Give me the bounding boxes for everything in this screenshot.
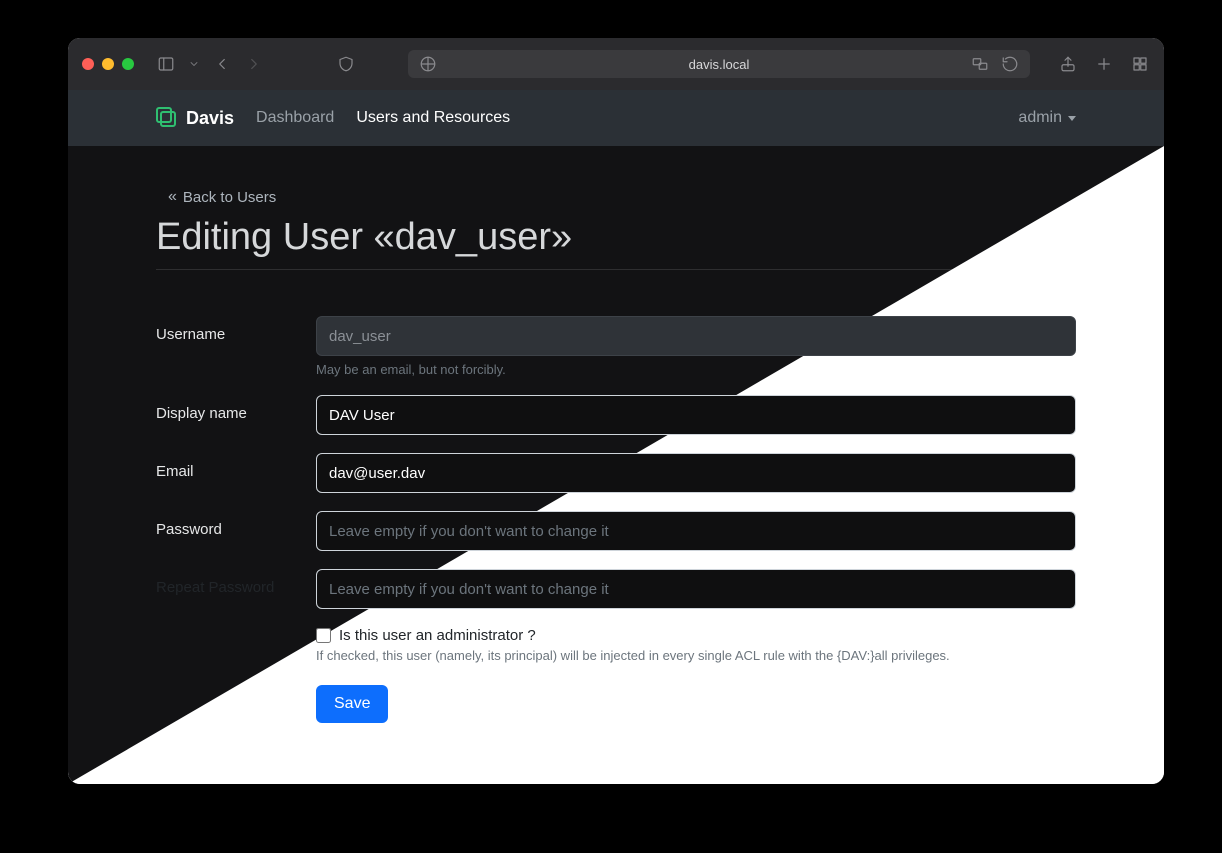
back-to-users-link[interactable]: « Back to Users — [168, 188, 1076, 206]
share-icon[interactable] — [1058, 54, 1078, 74]
nav-forward-icon — [244, 54, 264, 74]
username-input — [316, 316, 1076, 356]
reload-icon[interactable] — [1000, 54, 1020, 74]
window-minimize-icon[interactable] — [102, 58, 114, 70]
browser-titlebar: davis.local — [68, 38, 1164, 90]
row-repeat-password: Repeat Password — [156, 569, 1076, 609]
translate-icon[interactable] — [970, 54, 990, 74]
admin-checkbox[interactable] — [316, 628, 331, 643]
back-link-label: Back to Users — [183, 189, 276, 206]
nav-back-icon[interactable] — [212, 54, 232, 74]
content-area: « Back to Users Editing User «dav_user» … — [68, 146, 1164, 784]
app-navbar: Davis Dashboard Users and Resources admi… — [68, 90, 1164, 146]
chevron-down-icon — [1068, 116, 1076, 121]
label-username: Username — [156, 316, 316, 343]
tab-overview-icon[interactable] — [1130, 54, 1150, 74]
brand-logo-icon — [156, 107, 178, 129]
nav-dashboard[interactable]: Dashboard — [256, 109, 334, 127]
nav-users-resources[interactable]: Users and Resources — [356, 109, 510, 127]
label-repeat-password: Repeat Password — [156, 569, 316, 596]
display-name-input[interactable] — [316, 395, 1076, 435]
username-help: May be an email, but not forcibly. — [316, 362, 1076, 377]
site-settings-icon[interactable] — [418, 54, 438, 74]
label-display-name: Display name — [156, 395, 316, 422]
row-display-name: Display name — [156, 395, 1076, 435]
window-zoom-icon[interactable] — [122, 58, 134, 70]
row-admin-checkbox: Is this user an administrator ? — [316, 627, 1076, 644]
window-controls — [82, 58, 134, 70]
save-button[interactable]: Save — [316, 685, 388, 723]
admin-checkbox-help: If checked, this user (namely, its princ… — [316, 648, 1076, 663]
row-username: Username May be an email, but not forcib… — [156, 316, 1076, 377]
row-email: Email — [156, 453, 1076, 493]
brand-name: Davis — [186, 108, 234, 129]
page-title: Editing User «dav_user» — [156, 216, 1076, 270]
user-menu[interactable]: admin — [1018, 109, 1076, 127]
url-text: davis.local — [689, 57, 750, 72]
window-close-icon[interactable] — [82, 58, 94, 70]
chevron-down-icon[interactable] — [188, 54, 200, 74]
new-tab-icon[interactable] — [1094, 54, 1114, 74]
admin-checkbox-label[interactable]: Is this user an administrator ? — [339, 627, 536, 644]
brand[interactable]: Davis — [156, 107, 234, 129]
row-password: Password — [156, 511, 1076, 551]
shield-icon[interactable] — [336, 54, 356, 74]
browser-window: davis.local — [68, 38, 1164, 784]
repeat-password-input[interactable] — [316, 569, 1076, 609]
user-menu-label: admin — [1018, 109, 1062, 127]
sidebar-toggle-icon[interactable] — [156, 54, 176, 74]
edit-user-form: Username May be an email, but not forcib… — [156, 316, 1076, 723]
label-email: Email — [156, 453, 316, 480]
address-bar[interactable]: davis.local — [408, 50, 1030, 78]
password-input[interactable] — [316, 511, 1076, 551]
chevron-left-icon: « — [168, 188, 177, 206]
email-input[interactable] — [316, 453, 1076, 493]
label-password: Password — [156, 511, 316, 538]
